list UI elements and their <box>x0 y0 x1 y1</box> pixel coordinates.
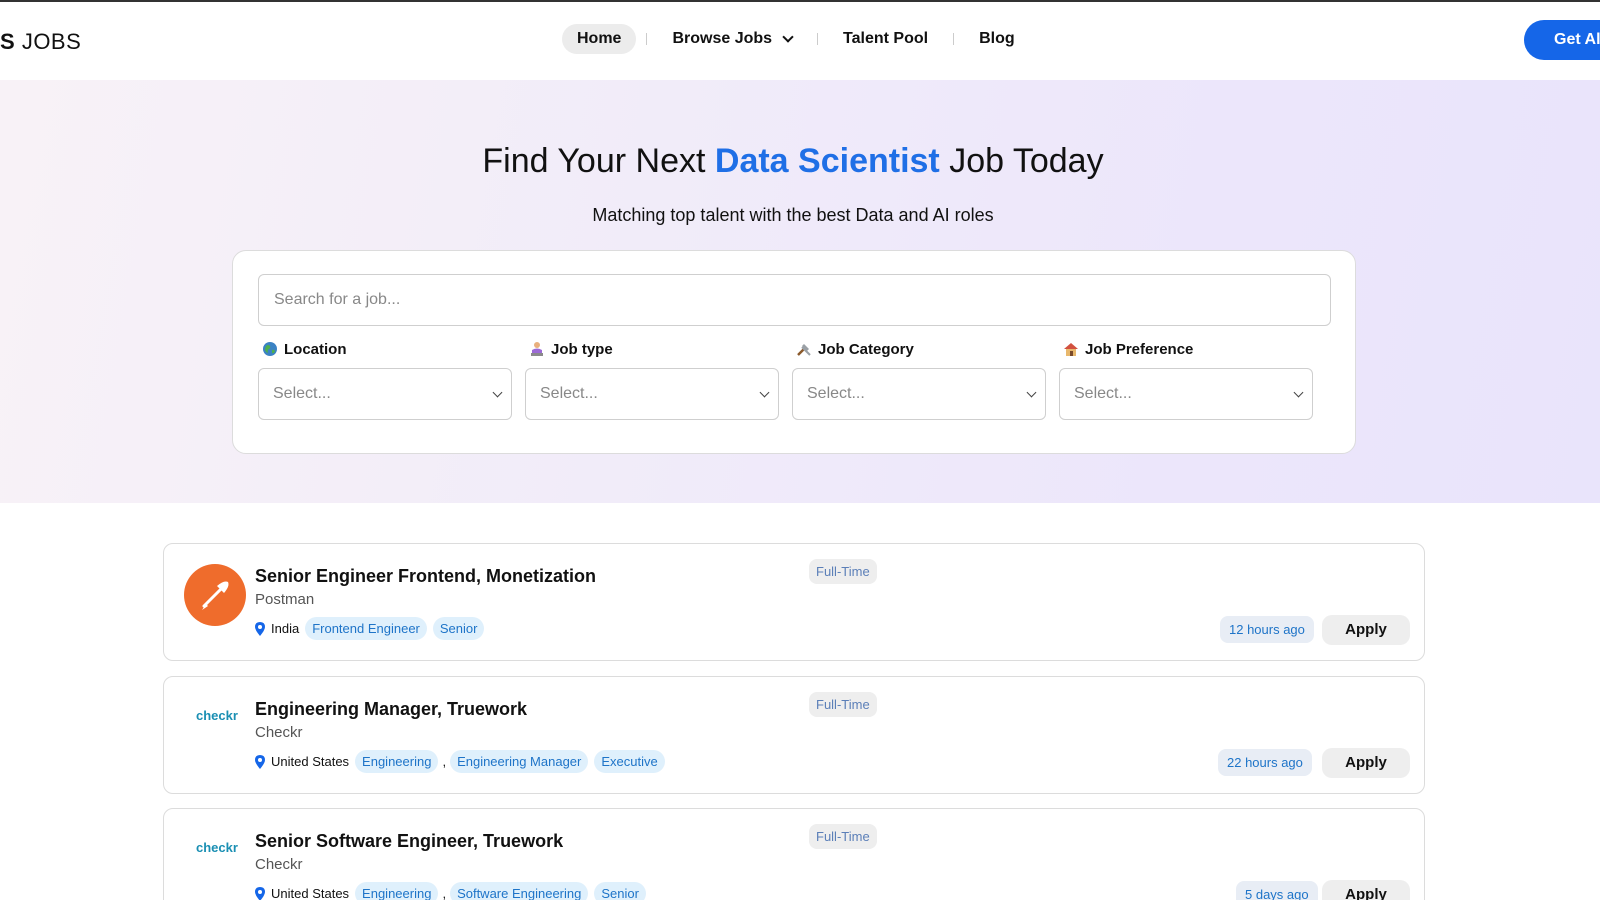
job-title[interactable]: Engineering Manager, Truework <box>255 699 527 720</box>
site-header: S JOBS Home Browse Jobs Talent Pool Blog… <box>0 2 1600 80</box>
hero-title: Find Your Next Data Scientist Job Today <box>0 142 1586 181</box>
location-pin-icon <box>255 886 265 900</box>
company-name: Postman <box>255 591 315 608</box>
rocket-icon <box>202 581 229 610</box>
nav-divider <box>953 33 955 45</box>
job-card[interactable]: checkr Engineering Manager, Truework Che… <box>163 676 1425 794</box>
job-category-select[interactable]: Select... <box>792 368 1046 420</box>
job-tag[interactable]: Engineering <box>355 750 439 773</box>
filter-location-text: Location <box>284 340 347 358</box>
job-meta: India Frontend Engineer Senior <box>255 617 485 640</box>
nav-divider <box>817 33 819 45</box>
nav-home-label: Home <box>577 30 622 47</box>
chevron-down-icon <box>492 387 503 398</box>
hero-title-suffix: Job Today <box>949 142 1104 180</box>
location-pin-icon <box>255 621 265 636</box>
checkr-logo: checkr <box>196 708 238 723</box>
location-pin-icon <box>255 754 265 769</box>
person-laptop-icon <box>531 342 543 356</box>
job-tag[interactable]: Senior <box>432 617 485 640</box>
filter-job-preference-text: Job Preference <box>1085 340 1194 358</box>
globe-icon <box>263 342 277 356</box>
hero-title-prefix: Find Your Next <box>482 142 706 180</box>
filter-location: Location Select... <box>258 339 512 420</box>
location-select[interactable]: Select... <box>258 368 512 420</box>
job-location: United States <box>271 754 350 769</box>
hero-title-accent: Data Scientist <box>714 142 940 180</box>
job-preference-select[interactable]: Select... <box>1059 368 1313 420</box>
job-preference-select-value: Select... <box>1074 385 1132 402</box>
job-meta: United States Engineering , Software Eng… <box>255 882 646 900</box>
job-search-input[interactable]: Search for a job... <box>258 274 1331 326</box>
company-name: Checkr <box>255 724 303 741</box>
hero-section: Find Your Next Data Scientist Job Today … <box>0 80 1600 503</box>
job-tag[interactable]: Frontend Engineer <box>305 617 427 640</box>
get-alerts-button[interactable]: Get Ale <box>1524 20 1600 60</box>
employment-type-badge: Full-Time <box>809 824 877 849</box>
chevron-down-icon <box>1293 387 1304 398</box>
filter-job-category-text: Job Category <box>818 340 914 358</box>
tools-icon <box>797 344 811 356</box>
job-tag[interactable]: Engineering Manager <box>450 750 589 773</box>
job-location: India <box>271 621 300 636</box>
nav-divider <box>646 33 648 45</box>
logo-word: JOBS <box>21 29 82 54</box>
job-card[interactable]: Senior Engineer Frontend, Monetization P… <box>163 543 1425 661</box>
chevron-down-icon <box>759 387 770 398</box>
filter-job-preference: Job Preference Select... <box>1059 339 1313 420</box>
logo-mark: S <box>0 29 16 54</box>
employment-type-badge: Full-Time <box>809 692 877 717</box>
filter-job-preference-label: Job Preference <box>1059 339 1313 359</box>
job-title[interactable]: Senior Software Engineer, Truework <box>255 831 563 852</box>
filter-job-type: Job type Select... <box>525 339 779 420</box>
nav-browse-jobs[interactable]: Browse Jobs <box>657 24 807 54</box>
job-tag[interactable]: Engineering <box>355 882 439 900</box>
apply-button[interactable]: Apply <box>1322 880 1410 900</box>
tag-separator: , <box>442 886 447 900</box>
job-tag[interactable]: Software Engineering <box>450 882 589 900</box>
checkr-logo: checkr <box>196 840 238 855</box>
posted-time-badge: 22 hours ago <box>1218 749 1312 776</box>
hero-subtitle: Matching top talent with the best Data a… <box>592 205 994 225</box>
postman-logo <box>184 564 246 626</box>
company-name: Checkr <box>255 856 303 873</box>
filter-location-label: Location <box>258 339 512 359</box>
nav-talent-pool-label: Talent Pool <box>843 30 929 47</box>
filter-job-category-label: Job Category <box>792 339 1046 359</box>
house-icon <box>1064 343 1078 356</box>
filter-job-category: Job Category Select... <box>792 339 1046 420</box>
job-type-select-value: Select... <box>540 385 598 402</box>
posted-time-badge: 5 days ago <box>1236 881 1318 900</box>
main-nav: Home Browse Jobs Talent Pool Blog <box>562 24 1030 54</box>
job-title[interactable]: Senior Engineer Frontend, Monetization <box>255 566 596 587</box>
employment-type-badge: Full-Time <box>809 559 877 584</box>
job-card[interactable]: checkr Senior Software Engineer, Truewor… <box>163 808 1425 900</box>
job-meta: United States Engineering , Engineering … <box>255 750 665 773</box>
filter-job-type-text: Job type <box>551 340 613 358</box>
tag-separator: , <box>442 754 447 769</box>
apply-button[interactable]: Apply <box>1322 748 1410 778</box>
nav-browse-jobs-label: Browse Jobs <box>672 30 773 47</box>
search-card: Search for a job... Location Select... J… <box>232 250 1356 454</box>
posted-time-badge: 12 hours ago <box>1220 616 1314 643</box>
location-select-value: Select... <box>273 385 331 402</box>
nav-talent-pool[interactable]: Talent Pool <box>828 24 943 54</box>
chevron-down-icon <box>782 31 794 43</box>
nav-home[interactable]: Home <box>562 24 637 54</box>
apply-button[interactable]: Apply <box>1322 615 1410 645</box>
nav-blog-label: Blog <box>979 30 1015 47</box>
job-location: United States <box>271 886 350 900</box>
job-tag[interactable]: Executive <box>594 750 665 773</box>
site-logo[interactable]: S JOBS <box>0 29 81 55</box>
job-tag[interactable]: Senior <box>594 882 646 900</box>
job-type-select[interactable]: Select... <box>525 368 779 420</box>
job-category-select-value: Select... <box>807 385 865 402</box>
nav-blog[interactable]: Blog <box>964 24 1030 54</box>
chevron-down-icon <box>1026 387 1037 398</box>
filter-job-type-label: Job type <box>525 339 779 359</box>
